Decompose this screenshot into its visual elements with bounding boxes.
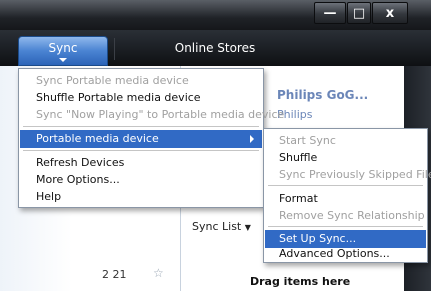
chevron-down-icon: ▼ [244, 223, 251, 232]
tab-online-stores-label: Online Stores [174, 41, 256, 55]
close-icon: x [385, 5, 395, 21]
submenu-item-shuffle[interactable]: Shuffle [265, 149, 426, 167]
device-name: Philips GoG... [277, 88, 369, 102]
submenu-item-sync-skipped[interactable]: Sync Previously Skipped Files [265, 166, 431, 184]
menu-separator [23, 126, 259, 127]
submenu-item-remove-sync[interactable]: Remove Sync Relationship [265, 207, 426, 225]
menu-item-portable-device[interactable]: Portable media device [20, 130, 262, 148]
menu-separator [23, 150, 259, 151]
sync-menu: Sync Portable media device Shuffle Porta… [18, 68, 284, 208]
sync-list-label: Sync List [192, 220, 242, 233]
menu-separator [268, 185, 423, 186]
star-icon[interactable]: ☆ [153, 266, 164, 280]
chevron-down-icon[interactable] [59, 58, 67, 62]
menu-item-shuffle-device[interactable]: Shuffle Portable media device [20, 89, 262, 107]
chevron-right-icon [250, 135, 254, 143]
menu-item-help[interactable]: Help [20, 188, 262, 206]
drag-hint: Drag items here [250, 275, 351, 288]
device-submenu: Start Sync Shuffle Sync Previously Skipp… [263, 128, 431, 263]
menu-item-sync-now-playing[interactable]: Sync "Now Playing" to Portable media dev… [20, 106, 284, 124]
maximize-button[interactable]: □ [347, 2, 371, 24]
menu-item-more-options[interactable]: More Options... [20, 171, 262, 189]
tab-sync[interactable]: Sync [18, 36, 108, 66]
submenu-item-start-sync[interactable]: Start Sync [265, 132, 426, 150]
submenu-item-format[interactable]: Format [265, 190, 426, 208]
minimize-button[interactable]: — [314, 2, 346, 24]
menu-item-sync-device[interactable]: Sync Portable media device [20, 72, 262, 90]
time-value: 2 21 [102, 268, 127, 281]
tab-online-stores[interactable]: Online Stores [165, 41, 265, 59]
menu-separator [268, 226, 423, 227]
menu-item-portable-device-label: Portable media device [36, 132, 159, 145]
tab-separator [114, 38, 115, 60]
menu-item-refresh-devices[interactable]: Refresh Devices [20, 154, 262, 172]
submenu-item-advanced-options[interactable]: Advanced Options... [265, 245, 426, 263]
maximize-icon: □ [352, 5, 366, 21]
minimize-icon: — [323, 5, 337, 21]
close-button[interactable]: x [372, 2, 408, 24]
sync-list-dropdown[interactable]: Sync List ▼ [192, 220, 251, 233]
